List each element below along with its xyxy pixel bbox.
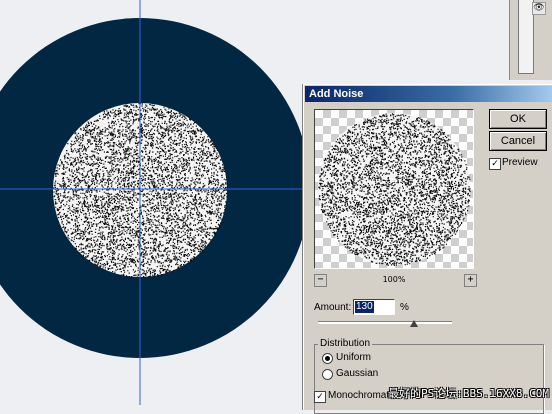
gaussian-radio[interactable] [322,369,333,380]
distribution-legend: Distribution [318,338,373,349]
preview-noise-image [318,113,471,266]
eye-icon[interactable]: 👁 [532,2,546,15]
add-noise-dialog: Add Noise − 100% + OK Cancel ✓ Preview A… [303,84,552,414]
preview-pane[interactable] [314,109,474,269]
radio-selected-dot [325,356,330,361]
dialog-title: Add Noise [309,88,364,100]
amount-value: 130 [355,301,374,313]
uniform-radio[interactable] [322,353,333,364]
cancel-button[interactable]: Cancel [489,131,547,151]
preview-checkbox[interactable]: ✓ [489,158,501,170]
amount-label: Amount: [314,302,352,313]
monochromatic-label: Monochromatic [328,390,397,401]
gaussian-label: Gaussian [336,368,379,379]
zoom-level: 100% [382,275,406,284]
preview-label: Preview [502,157,538,168]
watermark-text: 最好的PS论坛:BBS.16XX8.COM [388,387,549,400]
amount-input[interactable]: 130 [353,299,395,315]
monochromatic-checkbox[interactable]: ✓ [314,391,326,403]
dialog-titlebar[interactable]: Add Noise [305,86,552,102]
uniform-label: Uniform [336,352,372,363]
amount-slider-thumb[interactable] [410,320,419,327]
ok-button[interactable]: OK [489,109,547,129]
zoom-out-button[interactable]: − [314,274,327,287]
amount-slider-track[interactable] [318,321,452,324]
zoom-in-button[interactable]: + [464,274,477,287]
amount-unit: % [400,302,409,313]
